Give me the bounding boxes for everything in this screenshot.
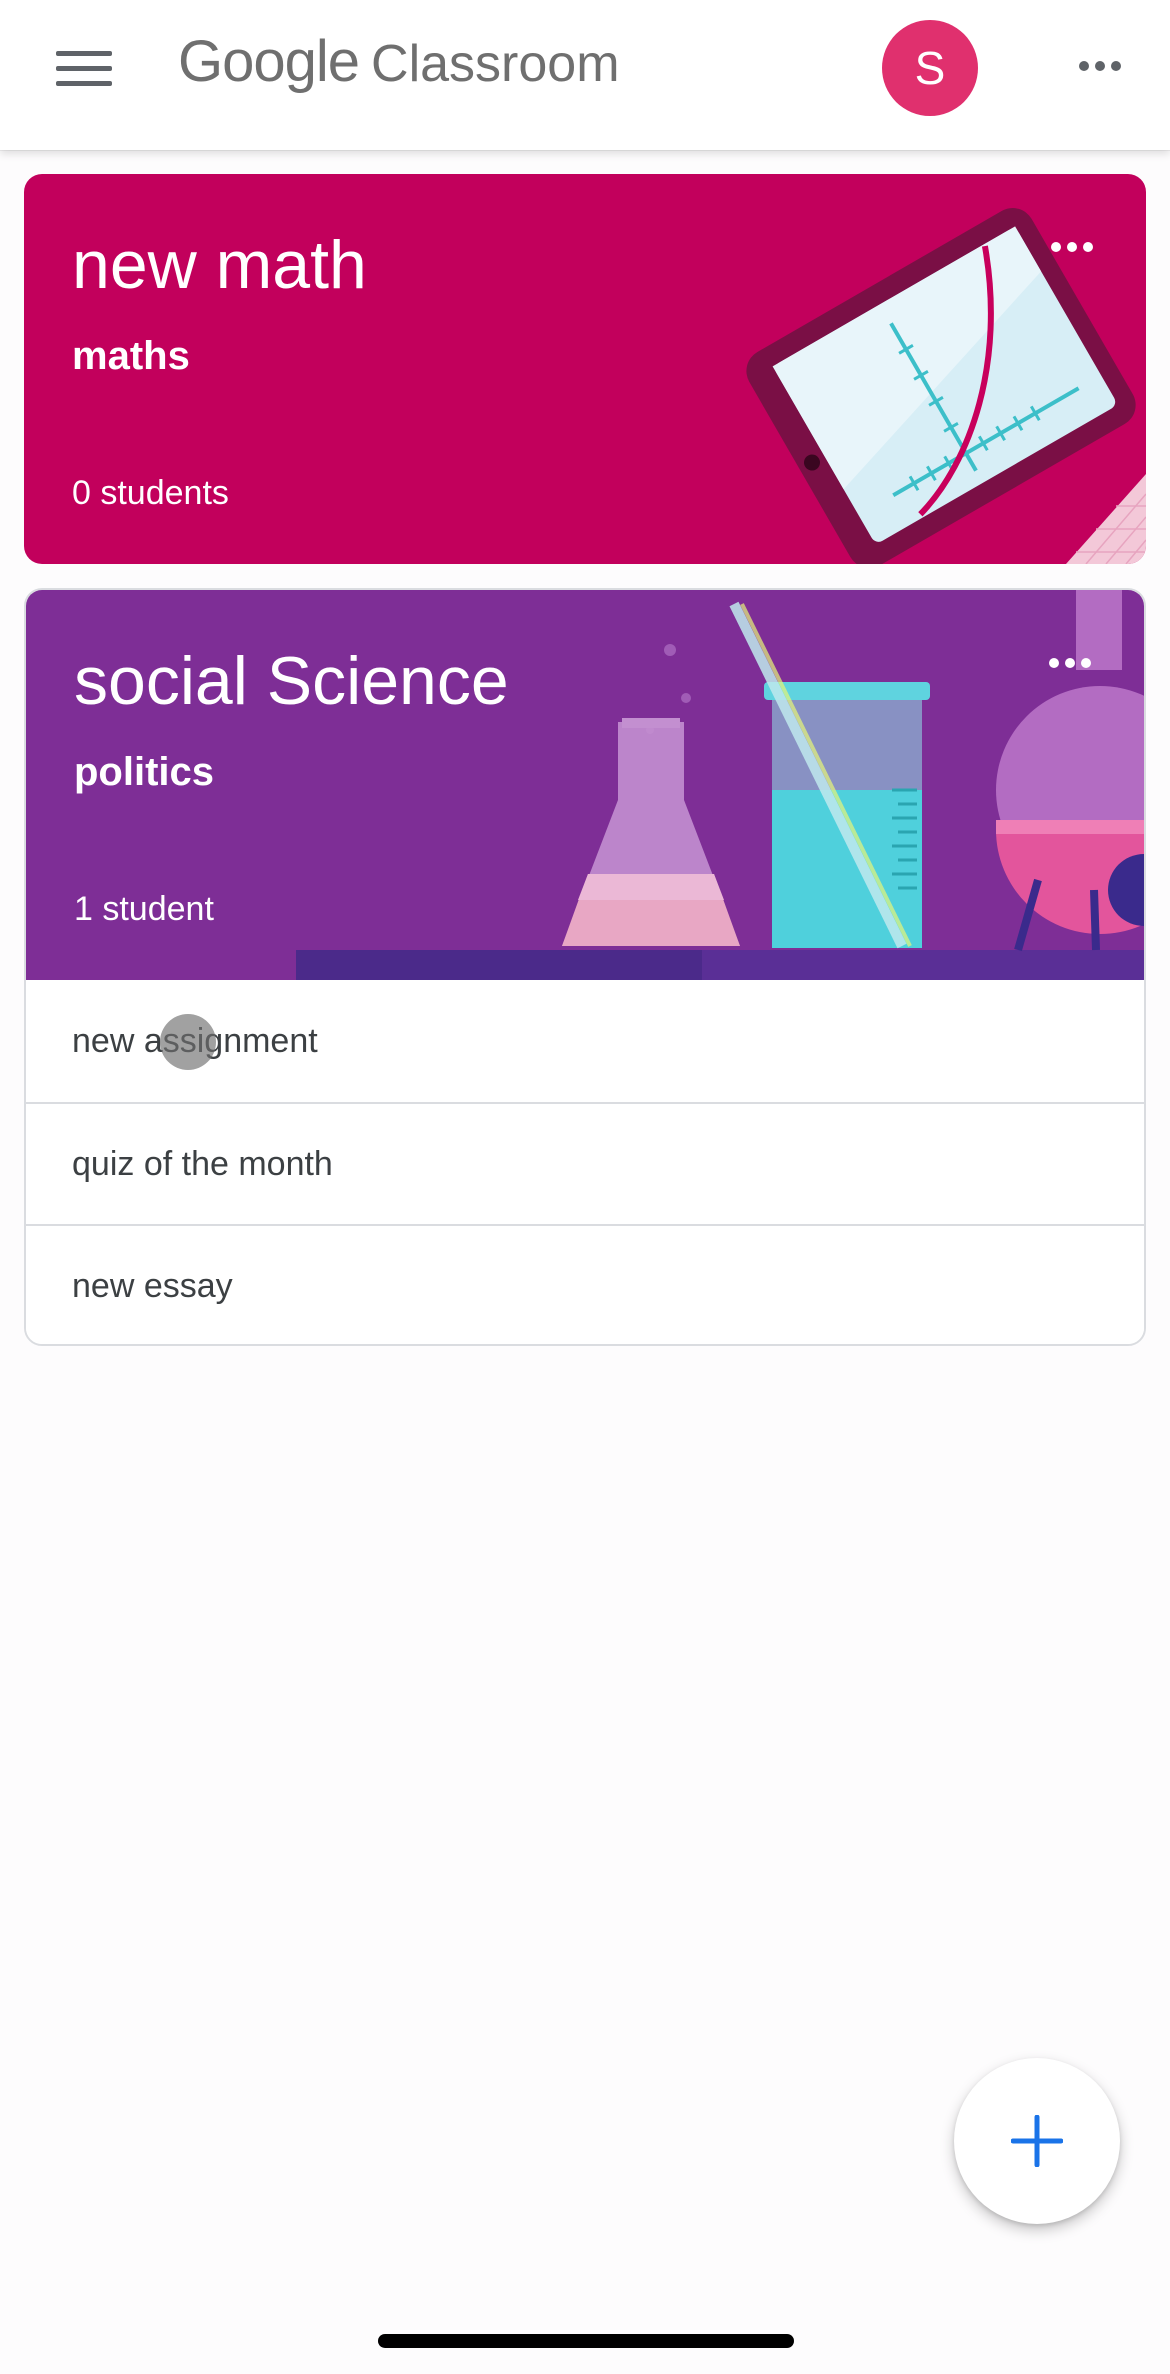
list-item-assignment[interactable]: new essay	[26, 1224, 1144, 1344]
upcoming-work-list: new assignment quiz of the month new ess…	[26, 980, 1144, 1344]
class-card-new-math[interactable]: new math maths 0 students	[24, 174, 1146, 564]
list-item-assignment[interactable]: new assignment	[26, 980, 1144, 1102]
app-screen: Google Classroom S new math maths 0 stud…	[0, 0, 1170, 2374]
class-more-options-icon[interactable]	[1040, 648, 1100, 678]
home-indicator[interactable]	[378, 2334, 794, 2348]
brand-product: Classroom	[371, 35, 620, 93]
hamburger-menu-icon[interactable]	[44, 38, 124, 98]
class-card-social-science[interactable]: social Science politics 1 student new as…	[24, 588, 1146, 1346]
list-item-assignment[interactable]: quiz of the month	[26, 1102, 1144, 1224]
class-title[interactable]: new math	[72, 226, 367, 304]
more-options-icon[interactable]	[1070, 48, 1130, 84]
app-logo: Google Classroom	[178, 28, 620, 108]
top-app-bar: Google Classroom S	[0, 0, 1170, 150]
class-card-header[interactable]: new math maths 0 students	[24, 174, 1146, 564]
account-avatar[interactable]: S	[882, 20, 978, 116]
assignment-title[interactable]: quiz of the month	[72, 1145, 333, 1184]
class-title[interactable]: social Science	[74, 642, 509, 720]
assignment-title[interactable]: new essay	[72, 1267, 233, 1306]
avatar-initial: S	[914, 42, 946, 94]
class-section: maths	[72, 334, 190, 378]
student-count: 0 students	[72, 474, 229, 512]
assignment-title[interactable]: new assignment	[72, 1022, 318, 1061]
class-more-options-icon[interactable]	[1042, 232, 1102, 262]
brand-google: Google	[178, 29, 360, 94]
student-count: 1 student	[74, 890, 214, 928]
class-section: politics	[74, 750, 215, 794]
plus-icon	[1011, 2115, 1063, 2167]
class-card-header[interactable]: social Science politics 1 student	[26, 590, 1144, 980]
add-class-button[interactable]	[954, 2058, 1120, 2224]
